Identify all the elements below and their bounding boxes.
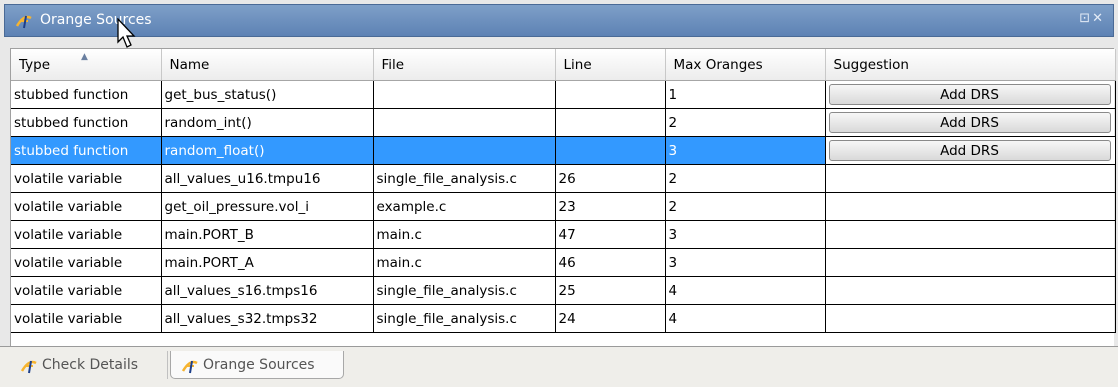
tab-label: Orange Sources bbox=[203, 357, 315, 373]
cell-line: 25 bbox=[555, 276, 666, 305]
table-row[interactable]: stubbed function get_bus_status() 1 Add … bbox=[11, 80, 1116, 109]
table-row-selected[interactable]: stubbed function random_float() 3 Add DR… bbox=[11, 136, 1116, 165]
cell-name: random_int() bbox=[161, 108, 374, 137]
tab-check-details[interactable]: Check Details bbox=[10, 351, 168, 379]
cell-file: single_file_analysis.c bbox=[373, 276, 556, 305]
cell-type: stubbed function bbox=[11, 136, 162, 165]
table-row[interactable]: volatile variable main.PORT_A main.c 46 … bbox=[11, 248, 1116, 277]
table-header-row: ▲ Type Name File Line Max Oranges Suggest… bbox=[11, 49, 1116, 81]
cell-name: get_bus_status() bbox=[161, 80, 374, 109]
cell-line: 23 bbox=[555, 192, 666, 221]
cell-file bbox=[373, 136, 556, 165]
cell-suggestion: Add DRS bbox=[825, 80, 1116, 109]
cell-type: volatile variable bbox=[11, 276, 162, 305]
add-drs-button[interactable]: Add DRS bbox=[828, 112, 1111, 133]
cell-line: 24 bbox=[555, 304, 666, 333]
cell-name: all_values_u16.tmpu16 bbox=[161, 164, 374, 193]
cell-max-oranges: 4 bbox=[665, 304, 826, 333]
cell-max-oranges: 3 bbox=[665, 220, 826, 249]
column-header-suggestion[interactable]: Suggestion bbox=[825, 49, 1116, 81]
add-drs-button[interactable]: Add DRS bbox=[828, 84, 1111, 105]
cell-file: single_file_analysis.c bbox=[373, 164, 556, 193]
cell-type: volatile variable bbox=[11, 304, 162, 333]
cell-max-oranges: 2 bbox=[665, 108, 826, 137]
cell-line bbox=[555, 136, 666, 165]
mouse-pointer-icon bbox=[117, 18, 136, 48]
cell-suggestion: Add DRS bbox=[825, 108, 1116, 137]
cell-name: main.PORT_A bbox=[161, 248, 374, 277]
column-header-file[interactable]: File bbox=[373, 49, 556, 81]
panel-controls[interactable]: ⊡✕ bbox=[1079, 11, 1105, 26]
cell-max-oranges: 1 bbox=[665, 80, 826, 109]
cell-file: main.c bbox=[373, 248, 556, 277]
table-row[interactable]: volatile variable all_values_u16.tmpu16 … bbox=[11, 164, 1116, 193]
add-drs-button[interactable]: Add DRS bbox=[828, 140, 1111, 161]
cell-name: all_values_s32.tmps32 bbox=[161, 304, 374, 333]
cell-name: random_float() bbox=[161, 136, 374, 165]
cell-suggestion bbox=[825, 164, 1116, 193]
cell-file: main.c bbox=[373, 220, 556, 249]
table-row[interactable]: volatile variable all_values_s16.tmps16 … bbox=[11, 276, 1116, 305]
table-row[interactable]: volatile variable get_oil_pressure.vol_i… bbox=[11, 192, 1116, 221]
orange-sources-panel: Orange Sources ⊡✕ ▲ Type Name File Line M… bbox=[0, 0, 1118, 387]
polyspace-icon bbox=[181, 360, 198, 374]
cell-file bbox=[373, 108, 556, 137]
table-row[interactable]: volatile variable all_values_s32.tmps32 … bbox=[11, 304, 1116, 333]
cell-line bbox=[555, 80, 666, 109]
cell-line: 46 bbox=[555, 248, 666, 277]
cell-line: 26 bbox=[555, 164, 666, 193]
column-header-line[interactable]: Line bbox=[555, 49, 666, 81]
cell-max-oranges: 2 bbox=[665, 192, 826, 221]
tab-label: Check Details bbox=[42, 357, 139, 373]
sort-ascending-icon: ▲ bbox=[81, 52, 88, 62]
cell-max-oranges: 2 bbox=[665, 164, 826, 193]
cell-line: 47 bbox=[555, 220, 666, 249]
cell-suggestion bbox=[825, 276, 1116, 305]
cell-file bbox=[373, 80, 556, 109]
cell-suggestion bbox=[825, 248, 1116, 277]
panel-titlebar[interactable]: Orange Sources ⊡✕ bbox=[4, 4, 1114, 37]
cell-name: get_oil_pressure.vol_i bbox=[161, 192, 374, 221]
cell-max-oranges: 3 bbox=[665, 136, 826, 165]
cell-suggestion bbox=[825, 192, 1116, 221]
polyspace-icon bbox=[15, 15, 32, 29]
cell-line bbox=[555, 108, 666, 137]
cell-type: volatile variable bbox=[11, 220, 162, 249]
cell-type: volatile variable bbox=[11, 192, 162, 221]
cell-suggestion: Add DRS bbox=[825, 136, 1116, 165]
cell-file: single_file_analysis.c bbox=[373, 304, 556, 333]
cell-suggestion bbox=[825, 304, 1116, 333]
panel-tab-bar: Check Details Orange Sources bbox=[0, 346, 1118, 387]
orange-sources-table: ▲ Type Name File Line Max Oranges Suggest… bbox=[10, 48, 1116, 348]
cell-name: main.PORT_B bbox=[161, 220, 374, 249]
cell-type: stubbed function bbox=[11, 80, 162, 109]
column-header-type[interactable]: ▲ Type bbox=[11, 49, 162, 81]
table-row[interactable]: stubbed function random_int() 2 Add DRS bbox=[11, 108, 1116, 137]
column-header-max-oranges[interactable]: Max Oranges bbox=[665, 49, 826, 81]
cell-max-oranges: 4 bbox=[665, 276, 826, 305]
cell-type: volatile variable bbox=[11, 164, 162, 193]
cell-type: stubbed function bbox=[11, 108, 162, 137]
tab-orange-sources[interactable]: Orange Sources bbox=[170, 351, 344, 379]
cell-suggestion bbox=[825, 220, 1116, 249]
cell-name: all_values_s16.tmps16 bbox=[161, 276, 374, 305]
table-row[interactable]: volatile variable main.PORT_B main.c 47 … bbox=[11, 220, 1116, 249]
cell-file: example.c bbox=[373, 192, 556, 221]
cell-type: volatile variable bbox=[11, 248, 162, 277]
column-header-name[interactable]: Name bbox=[161, 49, 374, 81]
cell-max-oranges: 3 bbox=[665, 248, 826, 277]
polyspace-icon bbox=[20, 360, 37, 374]
